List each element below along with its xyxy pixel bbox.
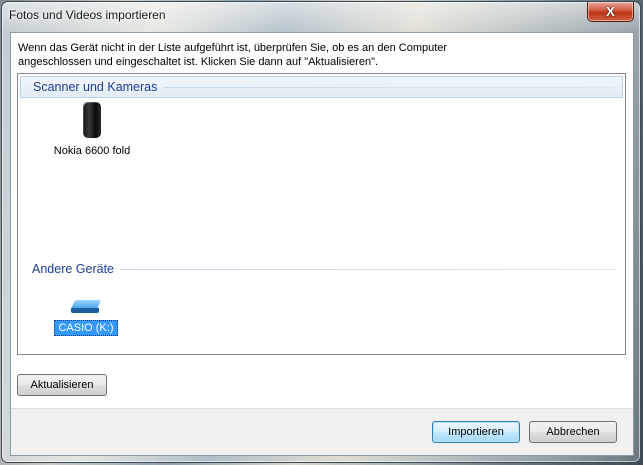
group-divider — [163, 86, 614, 88]
device-label: CASIO (K:) — [54, 320, 118, 336]
import-dialog: Fotos und Videos importieren X Wenn das … — [1, 1, 641, 463]
group-title: Andere Geräte — [32, 262, 114, 276]
device-label: Nokia 6600 fold — [53, 145, 131, 157]
instructions-text: Wenn das Gerät nicht in der Liste aufgef… — [18, 42, 448, 68]
close-icon: X — [606, 4, 615, 19]
drive-icon — [70, 300, 102, 314]
group-divider — [120, 268, 615, 270]
device-item-nokia[interactable]: Nokia 6600 fold — [32, 102, 152, 158]
window-title: Fotos und Videos importieren — [9, 8, 166, 22]
group-header-scanner-cameras[interactable]: Scanner und Kameras — [20, 76, 623, 98]
device-item-casio[interactable]: CASIO (K:) — [26, 300, 146, 336]
cancel-button[interactable]: Abbrechen — [529, 421, 617, 443]
title-bar[interactable]: Fotos und Videos importieren X — [2, 2, 640, 30]
import-button[interactable]: Importieren — [432, 421, 520, 443]
dialog-footer: Importieren Abbrechen — [11, 408, 633, 455]
device-list[interactable]: Scanner und Kameras Nokia 6600 fold Ande… — [17, 73, 626, 355]
group-title: Scanner und Kameras — [33, 80, 158, 94]
dialog-content: Wenn das Gerät nicht in der Liste aufgef… — [10, 32, 634, 456]
group-header-other-devices[interactable]: Andere Geräte — [20, 258, 623, 280]
refresh-button[interactable]: Aktualisieren — [17, 374, 107, 396]
phone-icon — [83, 102, 101, 138]
close-button[interactable]: X — [587, 2, 634, 22]
